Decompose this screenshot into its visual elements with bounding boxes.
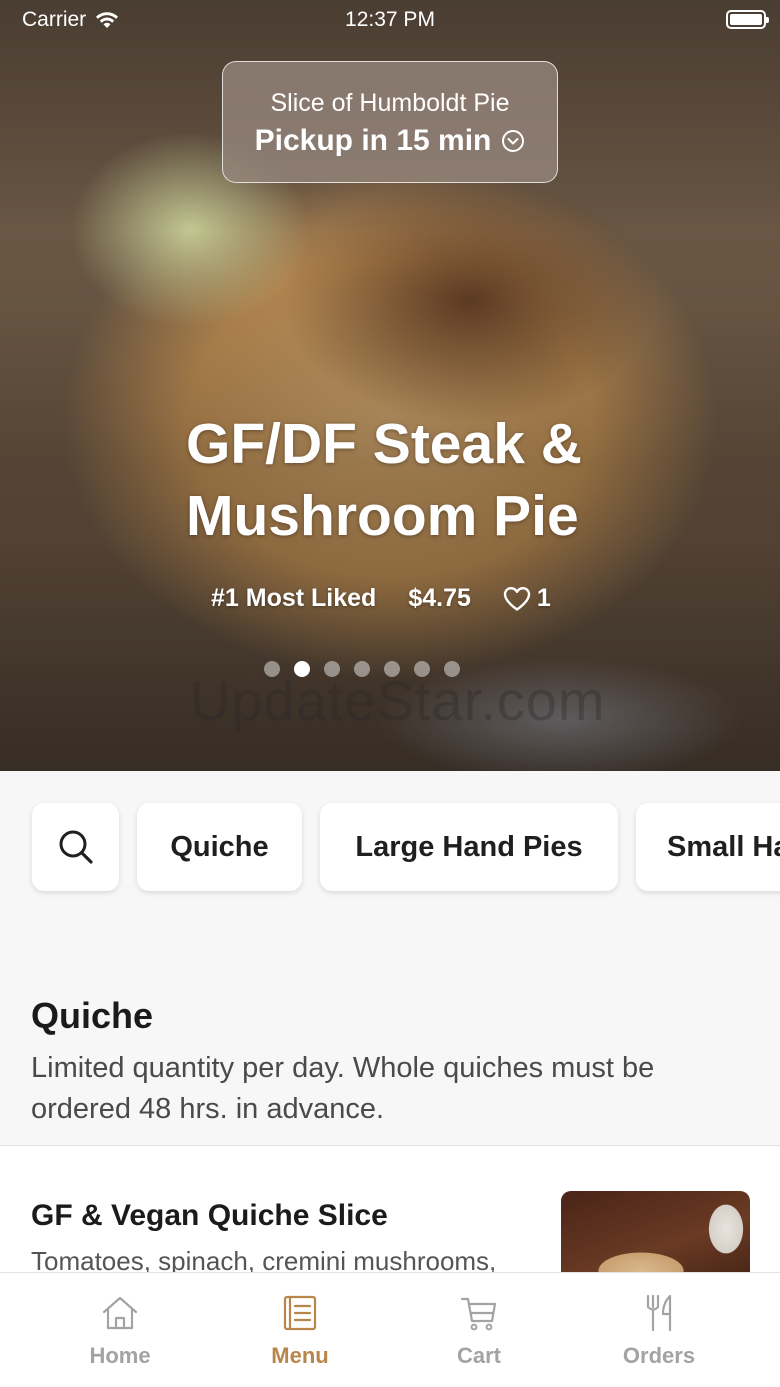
section-description: Limited quantity per day. Whole quiches … — [31, 1052, 655, 1125]
category-bar: Quiche Large Hand Pies Small Ha — [0, 771, 780, 921]
heart-icon — [503, 586, 531, 611]
menu-icon — [283, 1295, 317, 1331]
title-line-1: GF/DF Steak & — [186, 412, 582, 476]
tab-cart[interactable]: Cart — [389, 1293, 569, 1369]
category-chip[interactable]: Large Hand Pies — [320, 803, 618, 891]
clock: 12:37 PM — [345, 8, 435, 31]
like-count: 1 — [536, 584, 551, 612]
category-chip[interactable]: Quiche — [137, 803, 302, 891]
featured-item-title: GF/DF Steak & Mushroom Pie — [186, 408, 666, 552]
tab-menu[interactable]: Menu — [210, 1293, 390, 1369]
chevron-down-circle-icon — [502, 130, 525, 152]
section-title: Quiche — [31, 995, 154, 1036]
store-name: Slice of Humboldt Pie — [270, 89, 510, 117]
tab-cart-label: Cart — [456, 1343, 501, 1368]
price-label: $4.75 — [408, 584, 471, 612]
like-button[interactable]: 1 — [503, 584, 551, 613]
cart-icon — [460, 1297, 497, 1331]
search-icon — [59, 830, 93, 864]
title-line-2: Mushroom Pie — [186, 484, 579, 548]
featured-item-meta: #1 Most Liked $4.75 1 — [211, 584, 551, 613]
watermark: UpdateStar.com — [190, 669, 606, 732]
pickup-selector[interactable]: Slice of Humboldt Pie Pickup in 15 min — [222, 61, 558, 183]
category-chip[interactable]: Small Ha — [636, 803, 780, 891]
hero-banner[interactable]: Carrier 12:37 PM Slice of Humboldt Pie P… — [0, 0, 780, 771]
fork-knife-icon — [646, 1294, 672, 1332]
pickup-time: Pickup in 15 min — [223, 124, 557, 158]
tab-orders[interactable]: Orders — [569, 1293, 749, 1369]
tab-orders-label: Orders — [622, 1343, 696, 1368]
tab-menu-label: Menu — [271, 1343, 329, 1368]
menu-item-name: GF & Vegan Quiche Slice — [31, 1199, 388, 1232]
tab-home-label: Home — [89, 1343, 151, 1368]
search-button[interactable] — [32, 803, 119, 891]
home-icon — [102, 1296, 138, 1330]
pickup-time-label: Pickup in 15 min — [254, 124, 492, 157]
status-bar: Carrier 12:37 PM — [0, 0, 780, 40]
tab-home[interactable]: Home — [30, 1293, 210, 1369]
tab-bar: Home Menu Cart Orders — [0, 1272, 780, 1387]
rank-label: #1 Most Liked — [211, 584, 377, 612]
battery-icon — [726, 10, 769, 29]
